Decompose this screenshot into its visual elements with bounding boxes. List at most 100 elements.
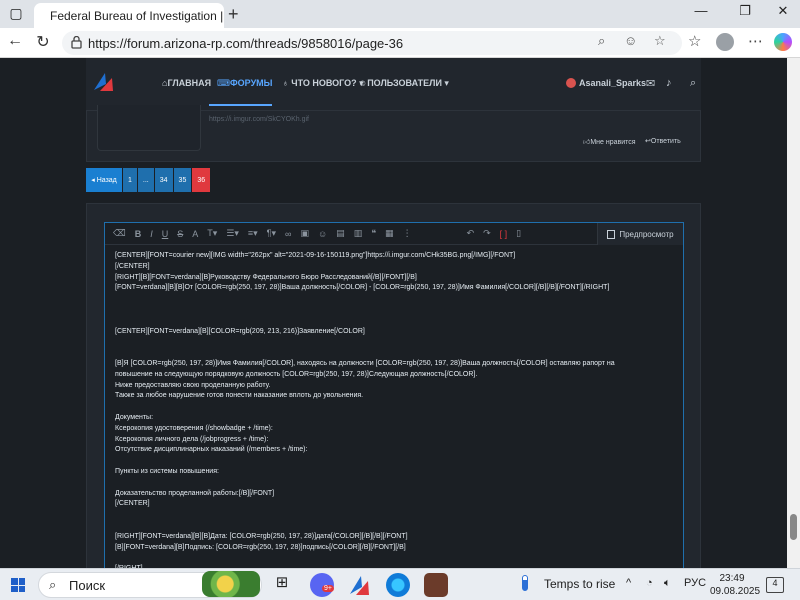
minimize-button[interactable]: — <box>686 3 716 18</box>
weather-widget[interactable]: Temps to rise <box>544 577 615 591</box>
nav-whats-new[interactable]: ♁ ЧТО НОВОГО? ▾ <box>282 78 364 89</box>
link-icon[interactable]: ∞ <box>285 229 291 239</box>
tab-title: Federal Bureau of Investigation || <box>50 8 224 23</box>
profile-avatar[interactable] <box>716 33 734 51</box>
page-ellipsis[interactable]: ... <box>137 168 154 192</box>
reply-editor[interactable]: ⌫ B I U S A T▾ ☰▾ ≡▾ ¶▾ ∞ ▣ ☺ ▤ ▥ ❝ ▦ ⋮ … <box>104 222 684 568</box>
image-icon[interactable]: ▣ <box>300 228 309 239</box>
tray-chevron-icon[interactable]: ^ <box>626 577 631 589</box>
reload-icon[interactable]: ↻ <box>32 32 54 52</box>
code-icon[interactable]: ▦ <box>385 228 394 239</box>
editor-line: Ксерокопия удостоверения (/showbadge + /… <box>115 424 273 432</box>
bold-icon[interactable]: B <box>135 229 142 239</box>
windows-taskbar: ⌕ Поиск ⊞ 9+ Temps to rise ^ ◔ 🔈︎ РУС 23… <box>0 568 800 600</box>
pagination: ◂ Назад 1 ... 34 35 36 <box>86 168 211 192</box>
volume-icon[interactable]: 🔈︎ <box>664 577 671 590</box>
edge-browser-icon[interactable] <box>386 573 410 597</box>
editor-line: [RIGHT][FONT=verdana][B][B]Дата: [COLOR=… <box>115 532 408 540</box>
align-icon[interactable]: ≡▾ <box>248 228 258 239</box>
new-tab-button[interactable]: + <box>228 4 239 25</box>
tab-actions-icon[interactable]: ▢ <box>4 2 28 24</box>
reply-button[interactable]: ↩Ответить <box>645 137 681 145</box>
nav-home[interactable]: ⌂ГЛАВНАЯ <box>162 78 211 88</box>
page-link-current[interactable]: 36 <box>192 168 211 192</box>
game-app-icon[interactable] <box>424 573 448 597</box>
inbox-icon[interactable]: ✉ <box>646 77 655 90</box>
preview-button[interactable]: Предпросмотр <box>597 223 683 245</box>
forum-page: ⌂ГЛАВНАЯ ⌨ФОРУМЫ ♁ ЧТО НОВОГО? ▾ ☺ПОЛЬЗО… <box>0 58 787 568</box>
more-menu-icon[interactable]: ⋯ <box>748 32 763 50</box>
scrollbar-thumb[interactable] <box>790 514 797 540</box>
draft-icon[interactable]: ▯ <box>516 228 521 239</box>
language-indicator[interactable]: РУС <box>684 577 706 589</box>
page-scrollbar[interactable] <box>787 58 800 568</box>
editor-line: Ниже предоставляю свою проделанную работ… <box>115 381 271 389</box>
underline-icon[interactable]: U <box>162 229 169 239</box>
bbcode-toggle-icon[interactable]: [ ] <box>500 229 508 239</box>
more-icon[interactable]: ⋮ <box>403 228 412 239</box>
redo-icon[interactable]: ↷ <box>483 228 491 239</box>
like-button[interactable]: 👍︎Мне нравится <box>583 137 636 146</box>
text-size-icon[interactable]: T▾ <box>207 228 217 239</box>
notifications-icon[interactable]: 4 <box>766 577 784 593</box>
editor-line: [RIGHT][B][FONT=verdana][B]Руководству Ф… <box>115 273 417 281</box>
zoom-icon[interactable]: ⌕ <box>598 33 605 49</box>
gallery-icon[interactable]: ▥ <box>354 228 363 239</box>
site-info-icon[interactable] <box>71 36 82 49</box>
undo-icon[interactable]: ↶ <box>467 228 475 239</box>
favorites-icon[interactable]: ☆ <box>688 32 701 50</box>
browser-tab[interactable]: Federal Bureau of Investigation || ✕ <box>34 3 224 28</box>
user-menu[interactable]: Asanali_Sparks <box>566 78 646 88</box>
pagination-back-button[interactable]: ◂ Назад <box>86 168 122 192</box>
editor-toolbar: ⌫ B I U S A T▾ ☰▾ ≡▾ ¶▾ ∞ ▣ ☺ ▤ ▥ ❝ ▦ ⋮ … <box>105 223 683 245</box>
media-icon[interactable]: ▤ <box>336 228 345 239</box>
strikethrough-icon[interactable]: S <box>177 229 183 239</box>
nav-users[interactable]: ☺ПОЛЬЗОВАТЕЛИ ▾ <box>358 78 449 89</box>
copilot-icon[interactable] <box>774 33 792 51</box>
page-link-34[interactable]: 34 <box>154 168 173 192</box>
arizona-logo-icon[interactable] <box>92 70 116 94</box>
post-image-link[interactable]: https://i.imgur.com/SkCYOKh.gif <box>209 116 309 123</box>
address-bar[interactable]: https://forum.arizona-rp.com/threads/985… <box>62 31 682 55</box>
editor-content[interactable]: [CENTER][FONT=courier new][IMG width="26… <box>115 251 675 568</box>
task-view-icon[interactable]: ⊞ <box>270 573 294 597</box>
alerts-bell-icon[interactable]: ♪ <box>666 77 672 89</box>
arizona-launcher-icon[interactable] <box>348 573 372 597</box>
favorite-star-icon[interactable]: ☆ <box>654 33 666 49</box>
username: Asanali_Sparks <box>579 78 647 88</box>
page-link-35[interactable]: 35 <box>173 168 192 192</box>
italic-icon[interactable]: I <box>150 229 153 239</box>
discord-icon[interactable]: 9+ <box>310 573 334 597</box>
editor-line: [B][FONT=verdana][B]Подпись: [COLOR=rgb(… <box>115 543 406 551</box>
close-window-button[interactable]: ✕ <box>768 3 798 19</box>
search-icon[interactable]: ⌕ <box>690 77 696 90</box>
start-button[interactable] <box>11 578 25 592</box>
discord-badge: 9+ <box>322 585 334 592</box>
text-color-icon[interactable]: A <box>192 229 198 239</box>
editor-line: Ксерокопия личного дела (/jobprogress + … <box>115 435 269 443</box>
search-highlight-image[interactable] <box>202 571 260 597</box>
editor-line: Также за любое нарушение готов понести н… <box>115 392 364 400</box>
system-clock[interactable]: 23:49 09.08.2025 <box>710 572 760 598</box>
paragraph-icon[interactable]: ¶▾ <box>267 228 276 239</box>
maximize-button[interactable]: ❐ <box>730 3 760 19</box>
editor-line: повышение на следующую порядковую должно… <box>115 370 478 378</box>
list-icon[interactable]: ☰▾ <box>226 228 239 239</box>
back-arrow-icon[interactable]: ← <box>4 32 26 50</box>
network-icon[interactable]: ◔ <box>646 577 653 589</box>
editor-line: [/CENTER] <box>115 262 150 270</box>
editor-line: [B]Я [COLOR=rgb(250, 197, 28)]Имя Фамили… <box>115 359 615 367</box>
quote-icon[interactable]: ❝ <box>371 228 376 239</box>
page-link-1[interactable]: 1 <box>123 168 137 192</box>
reading-mode-icon[interactable]: ☺ <box>624 33 637 48</box>
nav-forums[interactable]: ⌨ФОРУМЫ <box>217 78 272 89</box>
emoji-icon[interactable]: ☺ <box>318 229 327 239</box>
editor-line: [CENTER][FONT=verdana][B][COLOR=rgb(209,… <box>115 327 365 335</box>
eraser-icon[interactable]: ⌫ <box>113 228 126 239</box>
